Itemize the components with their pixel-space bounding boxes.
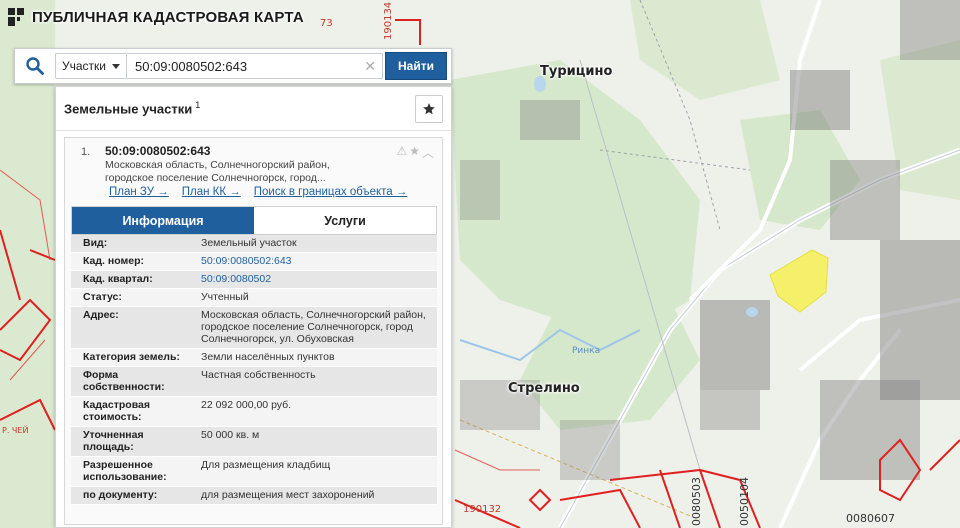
info-key: Уточненная площадь: [71, 426, 191, 457]
info-value[interactable]: 50:09:0080502:643 [191, 252, 437, 271]
chevron-down-icon [112, 63, 120, 69]
info-key: Кад. номер: [71, 252, 191, 271]
info-key: Кадастровая стоимость: [71, 396, 191, 427]
map-label-0080503: 0080503 [690, 477, 703, 526]
results-panel-title: Земельные участки 1 [64, 100, 200, 116]
result-tools: ⚠ ★ ︿ [396, 144, 434, 161]
info-row: Форма собственности: Частная собственност… [71, 366, 437, 397]
link-plan-kk[interactable]: План КК → [182, 186, 241, 198]
info-value: 50 000 кв. м [191, 426, 437, 457]
info-row: Кад. квартал: 50:09:0080502 [71, 270, 437, 289]
map-label-73: 73 [320, 18, 333, 29]
info-key: Статус: [71, 288, 191, 307]
search-type-select[interactable]: Участки [55, 53, 127, 79]
app-header: ПУБЛИЧНАЯ КАДАСТРОВАЯ КАРТА [8, 8, 304, 26]
info-row: по документу: для размещения мест захорон… [71, 486, 437, 505]
favorites-button[interactable] [415, 94, 443, 123]
map-label-rechka: Ринка [572, 346, 601, 356]
link-plan-zu[interactable]: План ЗУ → [109, 186, 169, 198]
result-card: 1. 50:09:0080502:643 Московская область,… [64, 137, 443, 525]
result-cadastral-number[interactable]: 50:09:0080502:643 [105, 144, 434, 158]
info-row: Кад. номер: 50:09:0080502:643 [71, 252, 437, 271]
info-key: Вид: [71, 235, 191, 253]
info-value: Земли населённых пунктов [191, 348, 437, 367]
info-value: Частная собственность [191, 366, 437, 397]
info-row: Разрешенное использование: Для размещения… [71, 456, 437, 487]
map-label-190132: 190132 [463, 504, 502, 515]
tab-information[interactable]: Информация [72, 207, 254, 234]
map-label-turitsino: Турицино [540, 64, 613, 79]
app-title: ПУБЛИЧНАЯ КАДАСТРОВАЯ КАРТА [32, 8, 304, 26]
results-panel-header: Земельные участки 1 [56, 87, 451, 131]
result-tabs: Информация Услуги [71, 206, 437, 235]
info-value: Московская область, Солнечногорский райо… [191, 306, 437, 349]
info-value: Для размещения кладбищ [191, 456, 437, 487]
search-input-value: 50:09:0080502:643 [135, 58, 248, 74]
map-label-0080607: 0080607 [846, 512, 895, 525]
info-value: Учтенный [191, 288, 437, 307]
map-label-0050104: 0050104 [738, 477, 751, 526]
result-index: 1. [81, 146, 91, 158]
search-type-value: Участки [62, 59, 106, 73]
tab-services[interactable]: Услуги [254, 207, 436, 234]
result-summary[interactable]: 50:09:0080502:643 Московская область, Со… [105, 144, 434, 184]
results-count: 1 [195, 100, 201, 111]
search-input[interactable]: 50:09:0080502:643 ✕ [127, 53, 383, 79]
info-key: Кад. квартал: [71, 270, 191, 289]
results-title-text: Земельные участки [64, 101, 193, 117]
info-table: Вид: Земельный участок Кад. номер: 50:09:00… [71, 235, 437, 505]
map-label-ruchey: Р. ЧЕЙ [2, 426, 29, 435]
info-value: для размещения мест захоронений [191, 486, 437, 505]
search-bar: Участки 50:09:0080502:643 ✕ Найти [14, 48, 452, 84]
info-key: Форма собственности: [71, 366, 191, 397]
results-panel: Земельные участки 1 1. 50:09:0080502:643 … [55, 86, 452, 528]
result-links: План ЗУ → План КК → Поиск в границах объ… [109, 186, 407, 198]
info-row: Адрес: Московская область, Солнечногорски… [71, 306, 437, 349]
search-icon [26, 57, 44, 75]
info-value: Земельный участок [191, 235, 437, 253]
star-outline-icon[interactable]: ★ [409, 144, 420, 161]
info-key: Категория земель: [71, 348, 191, 367]
search-submit-button[interactable]: Найти [385, 52, 447, 80]
info-key: по документу: [71, 486, 191, 505]
clear-icon[interactable]: ✕ [364, 58, 376, 75]
link-search-in-bounds[interactable]: Поиск в границах объекта → [254, 186, 408, 198]
info-row: Вид: Земельный участок [71, 235, 437, 253]
rosreestr-logo-icon[interactable] [8, 8, 24, 26]
chevron-up-icon[interactable]: ︿ [422, 144, 434, 161]
map-label-190134: 190134 [383, 1, 394, 40]
info-row: Кадастровая стоимость: 22 092 000,00 руб. [71, 396, 437, 427]
map-label-strelino: Стрелино [508, 381, 580, 396]
info-row: Статус: Учтенный [71, 288, 437, 307]
result-address: Московская область, Солнечногорский райо… [105, 159, 330, 184]
search-toggle-button[interactable] [15, 49, 55, 83]
info-value: 22 092 000,00 руб. [191, 396, 437, 427]
info-row: Уточненная площадь: 50 000 кв. м [71, 426, 437, 457]
info-value[interactable]: 50:09:0080502 [191, 270, 437, 289]
star-icon [423, 102, 435, 114]
info-row: Категория земель: Земли населённых пункто… [71, 348, 437, 367]
info-key: Адрес: [71, 306, 191, 349]
info-key: Разрешенное использование: [71, 456, 191, 487]
warning-icon[interactable]: ⚠ [396, 144, 407, 161]
